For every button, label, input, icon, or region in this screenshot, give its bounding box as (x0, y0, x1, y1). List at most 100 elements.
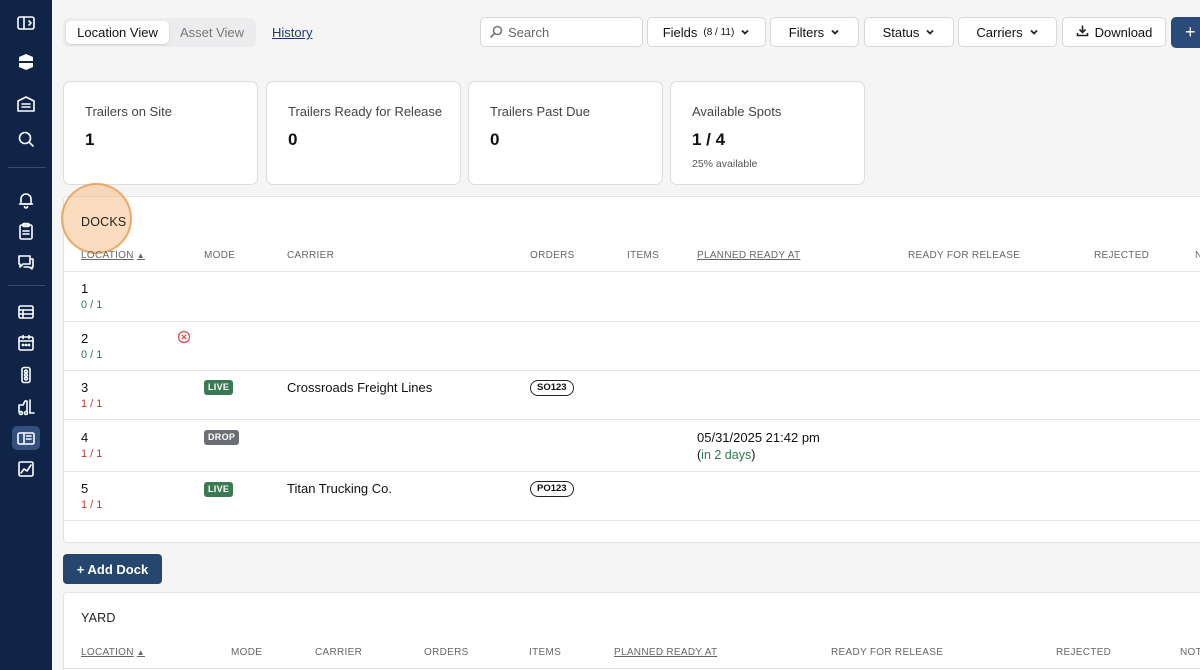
search-icon[interactable] (14, 127, 38, 151)
stat-value: 1 (85, 130, 95, 149)
mode-badge-drop: DROP (204, 430, 240, 445)
search-placeholder: Search (508, 24, 550, 40)
traffic-light-icon[interactable] (14, 363, 38, 387)
calendar-icon[interactable] (14, 331, 38, 355)
list-icon[interactable] (14, 300, 38, 324)
mode-badge-live: LIVE (204, 380, 234, 395)
view-toggle: Location View Asset View (63, 18, 256, 47)
rejected-x-icon[interactable] (177, 330, 191, 344)
yard-col-planned-ready-at[interactable]: PLANNED READY AT (614, 647, 717, 658)
yard-title: YARD (81, 611, 116, 625)
carrier-name: Crossroads Freight Lines (287, 380, 433, 395)
stat-value: 0 (288, 130, 298, 149)
clipboard-icon[interactable] (14, 219, 38, 243)
yard-map-icon[interactable] (12, 426, 40, 450)
chart-icon[interactable] (14, 457, 38, 481)
row-divider (64, 271, 1200, 272)
relative-time-text: in 2 days (701, 448, 752, 462)
order-pill[interactable]: PO123 (530, 481, 574, 497)
dock-location[interactable]: 1 (81, 281, 88, 296)
row-divider (64, 321, 1200, 322)
filters-label: Filters (788, 24, 825, 40)
sidebar-divider (8, 285, 45, 286)
planned-ready-at: 05/31/2025 21:42 pm (697, 430, 820, 445)
search-input[interactable]: Search (480, 17, 643, 47)
yard-col-location[interactable]: LOCATION ▲ (81, 647, 145, 658)
filters-button[interactable]: Filters (770, 17, 859, 47)
stat-label: Trailers Ready for Release (288, 104, 443, 119)
col-carrier: CARRIER (287, 250, 335, 261)
dock-occupancy: 0 / 1 (81, 299, 103, 311)
asset-view-tab[interactable]: Asset View (171, 21, 253, 44)
col-items: ITEMS (627, 250, 660, 261)
yard-col-mode: MODE (231, 647, 263, 658)
col-ready-for-release: READY FOR RELEASE (908, 250, 1021, 261)
col-location[interactable]: LOCATION ▲ (81, 250, 145, 261)
carriers-button[interactable]: Carriers (958, 17, 1057, 47)
docks-title: DOCKS (81, 215, 127, 229)
yard-col-truncated: NOT (1180, 647, 1200, 658)
fields-count: (8 / 11) (703, 26, 735, 38)
warehouse-icon[interactable] (14, 92, 38, 116)
yard-col-location-label: LOCATION (81, 647, 134, 658)
history-link[interactable]: History (272, 25, 312, 40)
col-planned-ready-at[interactable]: PLANNED READY AT (697, 250, 800, 261)
fields-label: Fields (662, 24, 698, 40)
yard-panel (63, 592, 1200, 670)
yard-col-rejected: REJECTED (1056, 647, 1112, 658)
location-view-tab[interactable]: Location View (66, 21, 169, 44)
mode-badge-live: LIVE (204, 482, 234, 497)
stat-card-ready-for-release: Trailers Ready for Release 0 (266, 81, 461, 185)
download-button[interactable]: Download (1062, 17, 1166, 47)
col-orders: ORDERS (530, 250, 575, 261)
yard-col-carrier: CARRIER (315, 647, 363, 658)
carrier-name: Titan Trucking Co. (287, 481, 393, 496)
dock-location[interactable]: 4 (81, 430, 88, 445)
row-divider (64, 471, 1200, 472)
chevron-down-icon (740, 25, 750, 40)
chevron-down-icon (830, 25, 840, 40)
dock-occupancy: 1 / 1 (81, 499, 103, 511)
dock-location[interactable]: 2 (81, 331, 88, 346)
yard-col-orders: ORDERS (424, 647, 469, 658)
col-mode: MODE (204, 250, 236, 261)
stat-label: Trailers on Site (85, 104, 172, 119)
fields-button[interactable]: Fields (8 / 11) (647, 17, 766, 47)
stat-subtext: 25% available (692, 158, 758, 170)
dock-location[interactable]: 5 (81, 481, 88, 496)
chat-icon[interactable] (14, 250, 38, 274)
col-truncated: N (1195, 250, 1200, 261)
yard-col-ready-for-release: READY FOR RELEASE (831, 647, 944, 658)
row-divider (64, 370, 1200, 371)
add-dock-button[interactable]: + Add Dock (63, 554, 162, 584)
stat-label: Available Spots (692, 104, 782, 119)
dock-occupancy: 1 / 1 (81, 398, 103, 410)
row-divider (64, 419, 1200, 420)
search-icon (489, 25, 503, 39)
col-location-label: LOCATION (81, 250, 134, 261)
bell-icon[interactable] (14, 188, 38, 212)
stat-card-past-due: Trailers Past Due 0 (468, 81, 663, 185)
download-label: Download (1094, 24, 1153, 40)
dock-location[interactable]: 3 (81, 380, 88, 395)
status-button[interactable]: Status (864, 17, 954, 47)
sidebar-divider (8, 167, 45, 168)
add-button[interactable]: + (1171, 17, 1200, 48)
download-icon (1076, 24, 1089, 40)
order-pill[interactable]: SO123 (530, 380, 574, 396)
relative-time: (in 2 days) (697, 448, 756, 462)
stat-label: Trailers Past Due (490, 104, 590, 119)
chevron-down-icon (925, 25, 935, 40)
yard-col-items: ITEMS (529, 647, 562, 658)
chevron-down-icon (1029, 25, 1039, 40)
dock-occupancy: 1 / 1 (81, 448, 103, 460)
sidebar-toggle-icon[interactable] (14, 11, 38, 35)
sort-asc-icon: ▲ (136, 648, 145, 657)
row-divider (64, 668, 1200, 669)
carriers-label: Carriers (976, 24, 1023, 40)
stat-card-trailers-on-site: Trailers on Site 1 (63, 81, 258, 185)
logo-icon[interactable] (14, 50, 38, 74)
status-label: Status (882, 24, 920, 40)
forklift-icon[interactable] (14, 395, 38, 419)
dock-occupancy: 0 / 1 (81, 349, 103, 361)
